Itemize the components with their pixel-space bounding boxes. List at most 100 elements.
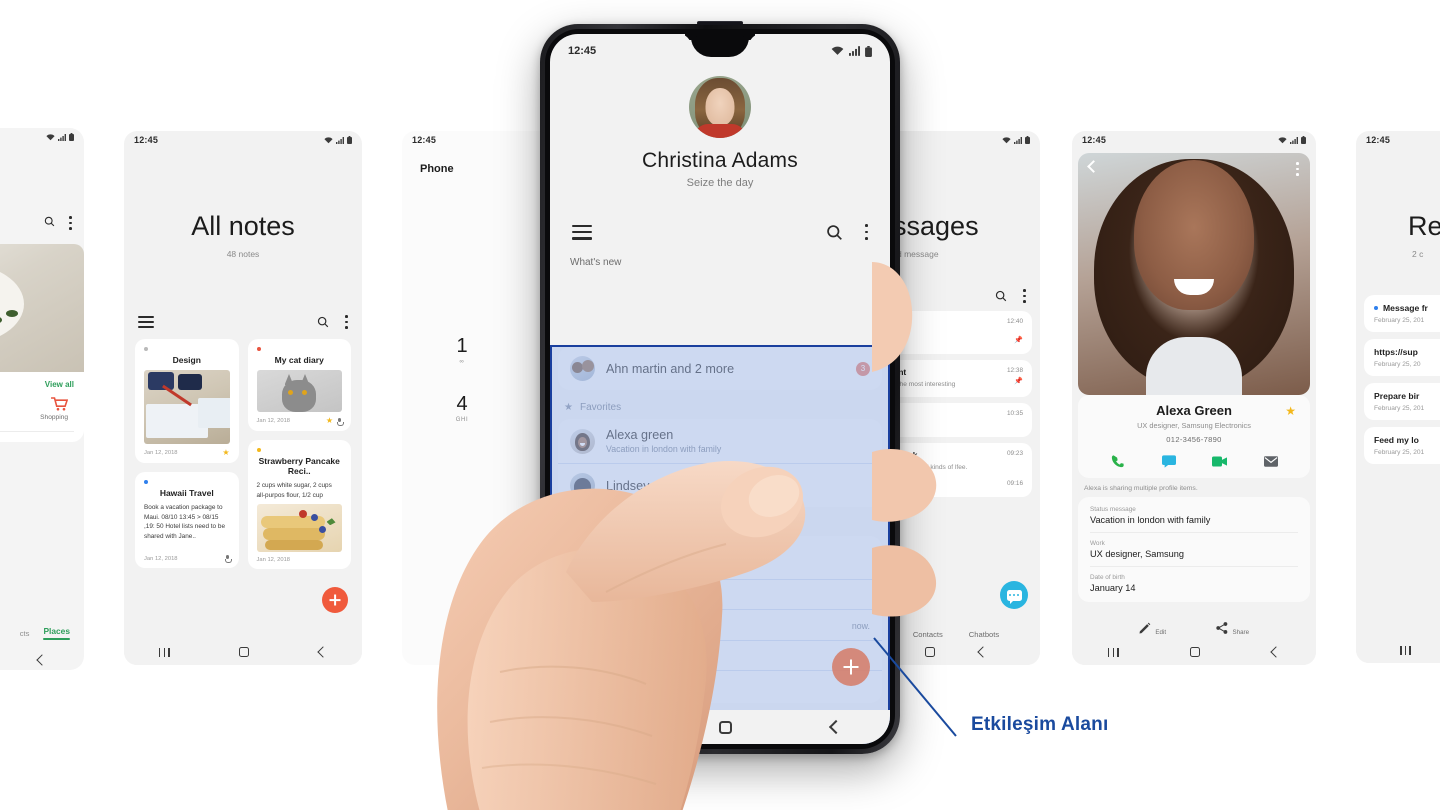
avatar[interactable] [689, 76, 751, 138]
new-chat-button[interactable] [1000, 581, 1028, 609]
contact-detail-screen: 12:45 Alexa Green ★ UX designer, Samsung… [1072, 131, 1316, 665]
kebab-menu-icon[interactable] [69, 216, 72, 230]
contact-field[interactable]: Date of birth January 14 [1090, 567, 1298, 600]
note-date: Jan 12, 2018 [256, 557, 291, 564]
recents-icon[interactable] [1107, 647, 1119, 657]
shopping-label: Shopping [40, 414, 68, 421]
back-icon[interactable] [1270, 646, 1282, 658]
share-button[interactable]: Share [1216, 621, 1249, 639]
search-icon[interactable] [826, 224, 843, 241]
note-footer: Jan 12, 2018 [257, 557, 343, 563]
kebab-menu-icon[interactable] [345, 315, 348, 329]
recents-icon[interactable] [158, 647, 170, 657]
pin-icon: 📌 [1014, 378, 1023, 385]
shopping-cart-icon[interactable] [51, 397, 68, 411]
reminder-title: Message fr [1383, 303, 1428, 313]
hamburger-icon[interactable] [138, 316, 154, 328]
finger-top [872, 262, 913, 372]
tab-indicator [43, 638, 70, 640]
note-card[interactable]: Hawaii Travel Book a vacation package to… [135, 472, 239, 569]
status-bar: 12:45 [0, 128, 84, 146]
dial-key-4[interactable]: 4 GHI [444, 394, 480, 423]
search-icon[interactable] [995, 290, 1007, 302]
note-thumbnail [144, 370, 230, 444]
star-icon: ★ [325, 416, 333, 425]
contact-field[interactable]: Status message Vacation in london with f… [1090, 499, 1298, 533]
email-icon[interactable] [1263, 453, 1279, 469]
status-time: 12:45 [1082, 135, 1107, 145]
note-color-dot [256, 347, 261, 351]
chat-bubble-icon [1006, 589, 1022, 604]
recents-icon[interactable] [1400, 645, 1411, 655]
background-phone-reminder: 12:45 Re 2 c Message fr February 25, 201… [1356, 131, 1440, 663]
list-item[interactable]: Feed my lo February 25, 201 [1364, 427, 1440, 464]
kebab-menu-icon[interactable] [865, 224, 868, 240]
note-card[interactable]: My cat diary Jan 12, 2018 ★ [247, 339, 351, 431]
status-bar: 12:45 [1356, 131, 1440, 149]
background-phone-contact-detail: 12:45 Alexa Green ★ UX designer, Samsung… [1072, 131, 1316, 665]
home-icon[interactable] [239, 647, 250, 657]
photo-overlay-bar [1078, 153, 1310, 185]
video-call-icon[interactable] [1212, 453, 1228, 469]
edit-icon [1139, 622, 1151, 634]
back-chevron-icon[interactable] [1087, 160, 1100, 173]
finger-lower [872, 545, 937, 617]
star-icon[interactable]: ★ [1285, 404, 1296, 418]
star-icon: ★ [222, 448, 230, 457]
status-icons [324, 136, 352, 144]
list-item[interactable]: Prepare bir February 25, 201 [1364, 383, 1440, 420]
palm-crease [481, 763, 657, 785]
kebab-menu-icon[interactable] [1296, 162, 1299, 176]
field-value: UX designer, Samsung [1090, 549, 1184, 559]
reminder-title: Prepare bir [1374, 391, 1420, 401]
wifi-icon [46, 133, 55, 140]
view-all-link[interactable]: View all [0, 380, 74, 389]
notes-column-right: My cat diary Jan 12, 2018 ★ Strawberry P… [247, 339, 351, 570]
back-icon[interactable] [828, 719, 843, 735]
wifi-icon [1002, 136, 1011, 143]
dial-key-letters: GHI [455, 417, 469, 423]
dial-key-1[interactable]: 1 ∞ [444, 336, 480, 365]
search-icon[interactable] [317, 316, 329, 328]
home-icon[interactable] [1190, 647, 1201, 657]
status-icons [46, 133, 74, 141]
places-screen: 12:45 $80 $ [0, 128, 84, 670]
wifi-icon [1278, 136, 1287, 143]
callout-leader-line [873, 637, 957, 737]
thread-time: 09:23 [1007, 449, 1023, 457]
list-item[interactable]: Message fr February 25, 201 [1364, 295, 1440, 332]
tab-contacts-partial[interactable]: cts [20, 629, 30, 638]
add-note-button[interactable] [322, 587, 348, 613]
note-date: Jan 12, 2018 [144, 555, 178, 562]
places-appbar [0, 146, 84, 230]
share-icon [1216, 622, 1228, 634]
hamburger-icon[interactable] [572, 224, 592, 240]
thread-time: 12:40 [1007, 318, 1023, 325]
back-icon[interactable] [36, 654, 48, 666]
app-bar [550, 219, 890, 245]
kebab-menu-icon[interactable] [1023, 289, 1026, 303]
list-item[interactable]: https://sup February 25, 20 [1364, 339, 1440, 376]
reminder-title-row: Feed my lo [1374, 435, 1440, 445]
home-icon[interactable] [718, 720, 732, 734]
edit-button[interactable]: Edit [1139, 621, 1166, 639]
contact-bottom-actions: Edit Share [1072, 621, 1316, 639]
contact-role: UX designer, Samsung Electronics [1137, 421, 1251, 430]
note-card[interactable]: Design Jan 12, 2018 ★ [135, 339, 239, 463]
back-icon[interactable] [317, 646, 329, 658]
note-title: Hawaii Travel [159, 488, 214, 498]
note-thumbnail [256, 504, 342, 553]
tab-places[interactable]: Places [43, 626, 70, 640]
note-card[interactable]: Strawberry Pancake Reci.. 2 cups white s… [247, 440, 351, 570]
call-icon[interactable] [1110, 453, 1126, 469]
message-icon[interactable] [1161, 453, 1177, 469]
search-icon[interactable] [44, 216, 55, 227]
navigation-bar [1356, 637, 1440, 663]
callout-label: Etkileşim Alanı [971, 714, 1109, 735]
dial-key-number: 4 [456, 393, 468, 415]
earpiece-speaker [697, 21, 743, 25]
contact-field[interactable]: Work UX designer, Samsung [1090, 533, 1298, 567]
reminder-list: Message fr February 25, 201 https://sup … [1356, 295, 1440, 464]
status-icons [831, 45, 872, 57]
note-date: Jan 12, 2018 [256, 418, 291, 424]
